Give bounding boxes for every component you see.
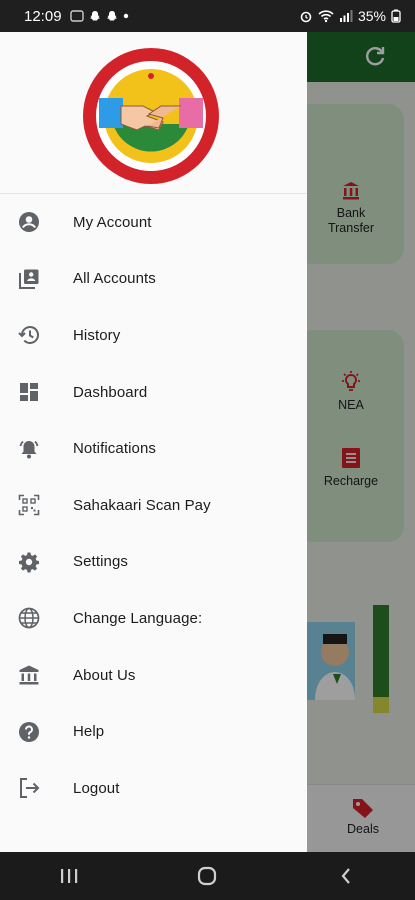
signal-icon bbox=[339, 10, 353, 22]
menu-item-notifications[interactable]: Notifications bbox=[0, 420, 307, 477]
menu-label: Dashboard bbox=[73, 383, 148, 401]
menu-label: Help bbox=[73, 723, 105, 741]
menu-label: Settings bbox=[73, 553, 128, 571]
battery-percent: 35% bbox=[357, 8, 386, 24]
menu-item-change-language[interactable]: Change Language: bbox=[0, 590, 307, 647]
account-circle-icon bbox=[18, 211, 40, 233]
menu-label: Notifications bbox=[73, 440, 157, 458]
snapchat-icon bbox=[106, 11, 117, 21]
menu-item-help[interactable]: Help bbox=[0, 703, 307, 760]
cooperative-logo bbox=[83, 48, 219, 184]
menu-item-about-us[interactable]: About Us bbox=[0, 647, 307, 704]
menu-label: Change Language: bbox=[73, 609, 203, 627]
menu-item-logout[interactable]: Logout bbox=[0, 760, 307, 817]
accounts-list-icon bbox=[18, 268, 40, 290]
menu-label: Logout bbox=[73, 779, 120, 797]
notification-badge-icon bbox=[69, 10, 84, 22]
menu-label: My Account bbox=[73, 213, 152, 231]
recent-apps-button[interactable] bbox=[39, 856, 99, 896]
home-icon bbox=[198, 866, 217, 886]
snapchat-icon bbox=[89, 11, 100, 21]
menu-item-scan-pay[interactable]: Sahakaari Scan Pay bbox=[0, 477, 307, 534]
home-button[interactable] bbox=[177, 856, 237, 896]
back-chevron-icon bbox=[341, 868, 350, 884]
menu-item-settings[interactable]: Settings bbox=[0, 534, 307, 591]
system-navigation-bar bbox=[0, 852, 415, 900]
menu-label: Sahakaari Scan Pay bbox=[73, 496, 211, 514]
battery-icon bbox=[391, 9, 401, 23]
help-icon bbox=[18, 721, 40, 743]
logout-icon bbox=[18, 777, 40, 799]
menu-label: About Us bbox=[73, 666, 136, 684]
history-icon bbox=[18, 324, 40, 346]
system-status: 35% bbox=[299, 8, 401, 24]
status-bar: 12:09 35% bbox=[0, 0, 415, 32]
navigation-drawer: My Account All Accounts History Dashboar… bbox=[0, 32, 307, 852]
menu-item-my-account[interactable]: My Account bbox=[0, 194, 307, 251]
menu-label: History bbox=[73, 326, 121, 344]
drawer-header bbox=[0, 32, 307, 194]
institution-icon bbox=[18, 664, 40, 686]
status-time: 12:09 bbox=[24, 7, 62, 25]
alarm-icon bbox=[300, 11, 312, 23]
recent-apps-icon bbox=[61, 869, 78, 883]
menu-item-history[interactable]: History bbox=[0, 307, 307, 364]
back-button[interactable] bbox=[316, 856, 376, 896]
menu-item-all-accounts[interactable]: All Accounts bbox=[0, 251, 307, 308]
settings-gear-icon bbox=[18, 551, 40, 573]
notification-icons bbox=[69, 10, 129, 22]
qr-scan-icon bbox=[18, 494, 40, 516]
notifications-icon bbox=[18, 438, 40, 460]
globe-icon bbox=[18, 607, 40, 629]
dashboard-icon bbox=[18, 381, 40, 403]
more-dot-icon bbox=[123, 13, 128, 19]
menu-label: All Accounts bbox=[73, 270, 156, 288]
menu-item-dashboard[interactable]: Dashboard bbox=[0, 364, 307, 421]
drawer-menu: My Account All Accounts History Dashboar… bbox=[0, 194, 307, 817]
wifi-icon bbox=[318, 10, 334, 23]
